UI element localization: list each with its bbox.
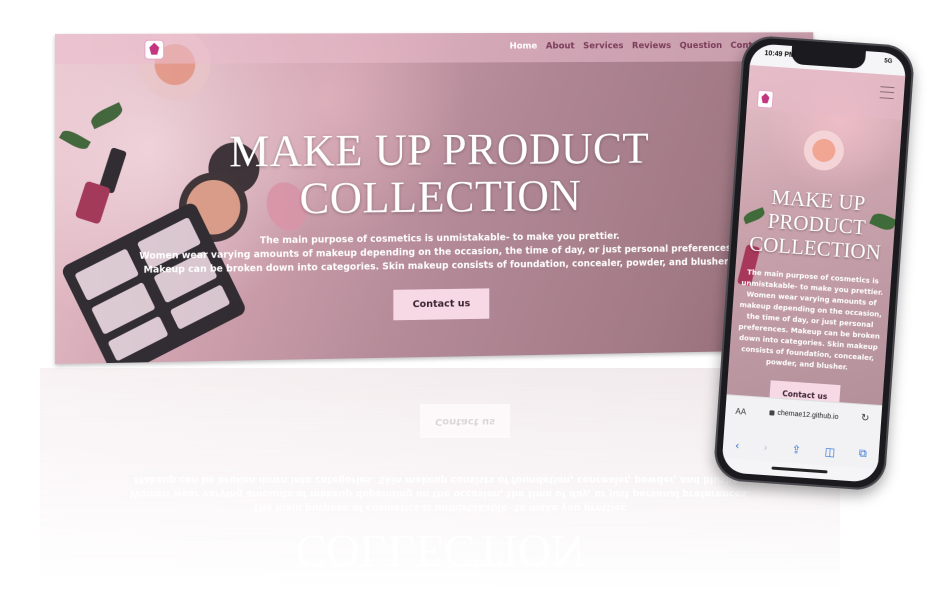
reflection-button: Contact us bbox=[420, 404, 510, 438]
nav-link-services[interactable]: Services bbox=[583, 41, 623, 51]
reload-icon[interactable]: ↻ bbox=[861, 413, 870, 425]
phone-navbar bbox=[747, 65, 906, 120]
reflection-text-line: Makeup can be broken down into categorie… bbox=[40, 472, 840, 486]
hamburger-icon[interactable] bbox=[880, 86, 895, 99]
hero-title: MAKE UP PRODUCT COLLECTION bbox=[55, 124, 813, 225]
reflection-text: The main purpose of cosmetics is unmista… bbox=[40, 472, 840, 514]
hero-title-line: COLLECTION bbox=[55, 170, 813, 225]
url-text: chemae12.github.io bbox=[777, 410, 838, 421]
tabs-icon[interactable]: ⧉ bbox=[858, 447, 867, 462]
nav-link-about[interactable]: About bbox=[546, 42, 575, 52]
forward-icon[interactable]: › bbox=[763, 440, 768, 453]
lock-icon bbox=[769, 410, 774, 415]
status-time: 10:49 PM bbox=[764, 50, 795, 59]
status-signal: 5G bbox=[884, 58, 892, 65]
nav-link-home[interactable]: Home bbox=[510, 42, 538, 52]
contact-us-button[interactable]: Contact us bbox=[393, 288, 489, 320]
nav-links: Home About Services Reviews Question Con… bbox=[510, 41, 767, 51]
reflection-title: COLLECTION bbox=[40, 525, 840, 578]
desktop-mockup: Home About Services Reviews Question Con… bbox=[55, 32, 813, 364]
phone-hero-title: MAKE UP PRODUCT COLLECTION bbox=[740, 183, 893, 265]
text-size-button[interactable]: AA bbox=[735, 407, 746, 417]
logo-icon[interactable] bbox=[144, 40, 164, 60]
reflection-text-line: The main purpose of cosmetics is unmista… bbox=[40, 500, 840, 514]
navbar: Home About Services Reviews Question Con… bbox=[55, 32, 813, 64]
reflection-text-line: Women wear varying amounts of makeup dep… bbox=[40, 486, 840, 500]
home-indicator bbox=[771, 467, 827, 474]
phone-hero: MAKE UP PRODUCT COLLECTION The main purp… bbox=[730, 183, 893, 405]
phone-mockup: 10:49 PM 5G MAKE UP PRODUCT COLLECTION T… bbox=[713, 35, 916, 492]
hero-title-line: MAKE UP PRODUCT bbox=[55, 124, 813, 177]
bookmarks-icon[interactable]: ◫ bbox=[824, 445, 835, 459]
share-icon[interactable]: ⇪ bbox=[791, 442, 801, 456]
hero-section: MAKE UP PRODUCT COLLECTION The main purp… bbox=[55, 124, 813, 326]
phone-screen: 10:49 PM 5G MAKE UP PRODUCT COLLECTION T… bbox=[721, 43, 907, 483]
phone-webpage: MAKE UP PRODUCT COLLECTION The main purp… bbox=[727, 65, 906, 405]
nav-link-reviews[interactable]: Reviews bbox=[632, 41, 671, 51]
logo-icon[interactable] bbox=[757, 90, 774, 109]
url-field[interactable]: chemae12.github.io bbox=[769, 409, 838, 421]
back-icon[interactable]: ‹ bbox=[735, 438, 740, 451]
blush-pearls-image bbox=[803, 129, 846, 172]
phone-hero-text: The main purpose of cosmetics is unmista… bbox=[733, 267, 888, 376]
phone-notch bbox=[791, 46, 866, 69]
nav-link-question[interactable]: Question bbox=[680, 41, 723, 51]
